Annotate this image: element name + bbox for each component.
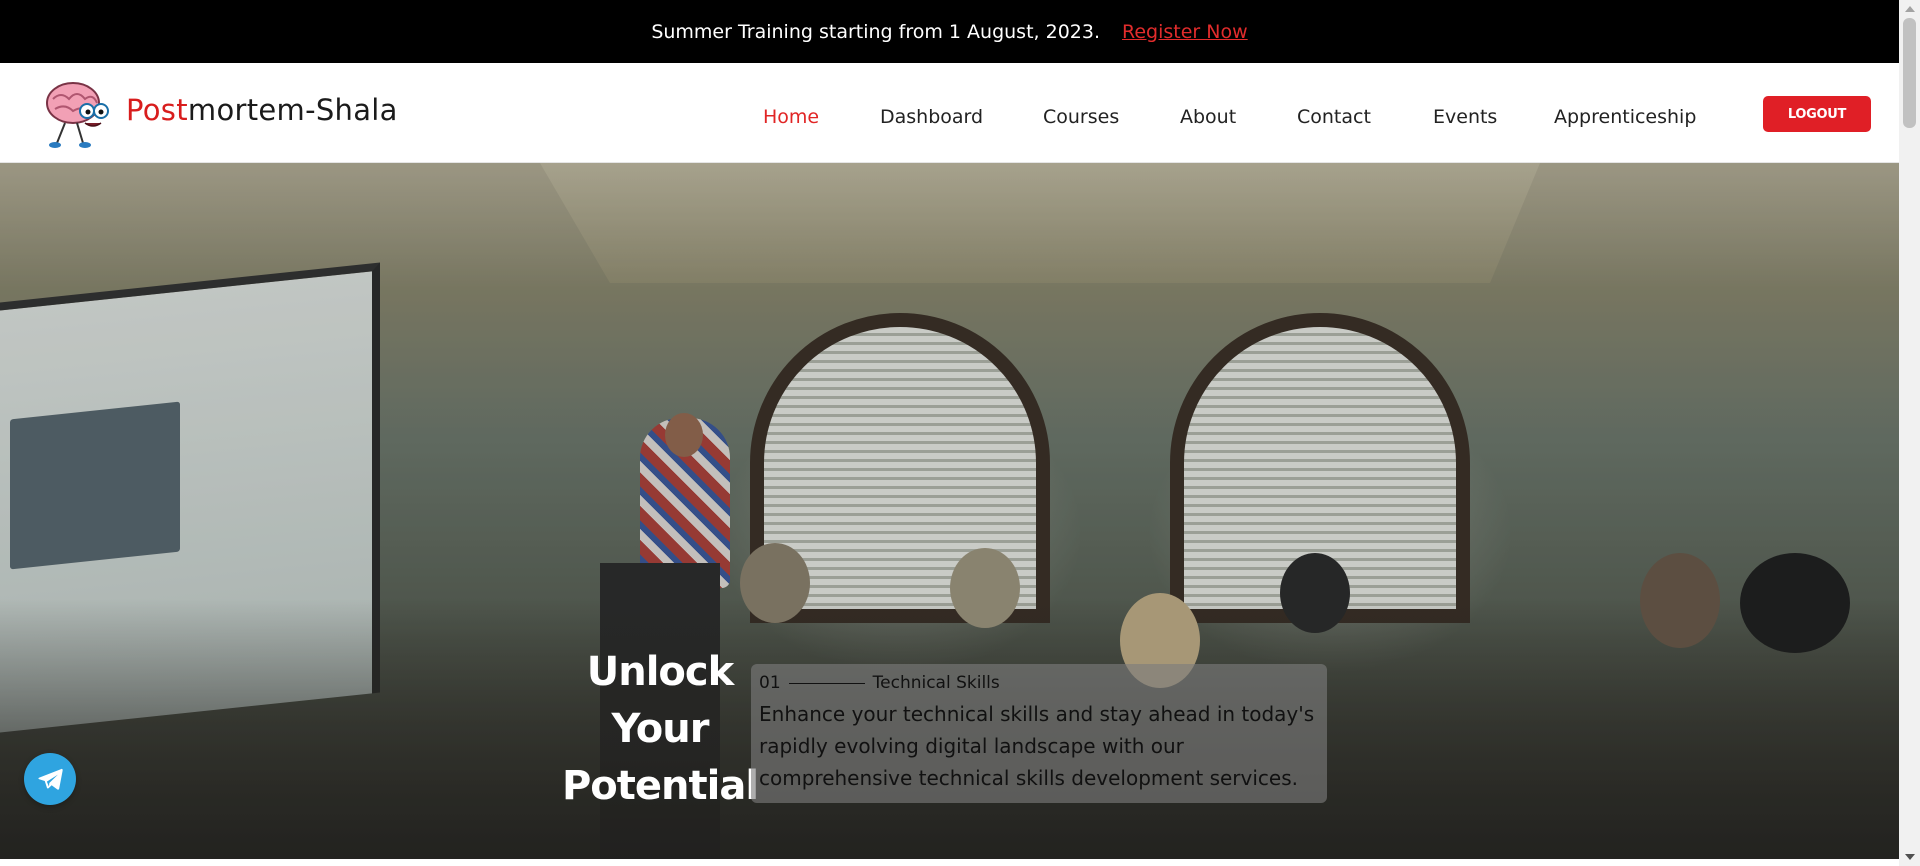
brain-mascot-icon[interactable] [43,77,111,149]
nav-dashboard[interactable]: Dashboard [880,106,983,128]
feature-number: 01 [759,673,781,693]
brand-name-red: Post [126,93,188,127]
feature-divider [788,682,865,684]
scroll-down-icon[interactable] [1905,854,1915,860]
hero-title-line2: Your [611,706,710,752]
register-now-link[interactable]: Register Now [1122,21,1248,43]
feature-tagline: 01 Technical Skills [759,672,1319,694]
scroll-thumb[interactable] [1903,18,1916,128]
nav-contact[interactable]: Contact [1297,106,1371,128]
nav-apprenticeship[interactable]: Apprenticeship [1554,106,1696,128]
nav-home[interactable]: Home [763,106,819,128]
hero-title-line3: Potential [561,763,759,809]
logout-button[interactable]: LOGOUT [1763,96,1871,132]
page-scrollbar[interactable] [1899,0,1920,866]
scroll-up-icon[interactable] [1905,6,1915,12]
nav-about[interactable]: About [1180,106,1236,128]
feature-description: Enhance your technical skills and stay a… [759,702,1315,790]
hero-feature-card: 01 Technical Skills Enhance your technic… [751,664,1327,803]
telegram-icon [38,768,63,790]
telegram-button[interactable] [24,753,76,805]
hero-section: Unlock Your Potential 01 Technical Skill… [0,163,1899,859]
hero-title-line1: Unlock [586,649,734,695]
brand-name-rest: mortem-Shala [187,93,398,127]
navbar: Postmortem-Shala Home Dashboard Courses … [0,63,1899,163]
feature-title: Technical Skills [872,673,1000,693]
nav-courses[interactable]: Courses [1043,106,1119,128]
announcement-message: Summer Training starting from 1 August, … [651,20,1101,43]
hero-title: Unlock Your Potential [560,644,760,815]
brand-name[interactable]: Postmortem-Shala [126,93,398,127]
nav-events[interactable]: Events [1433,106,1497,128]
announcement-bar: Summer Training starting from 1 August, … [0,0,1899,63]
